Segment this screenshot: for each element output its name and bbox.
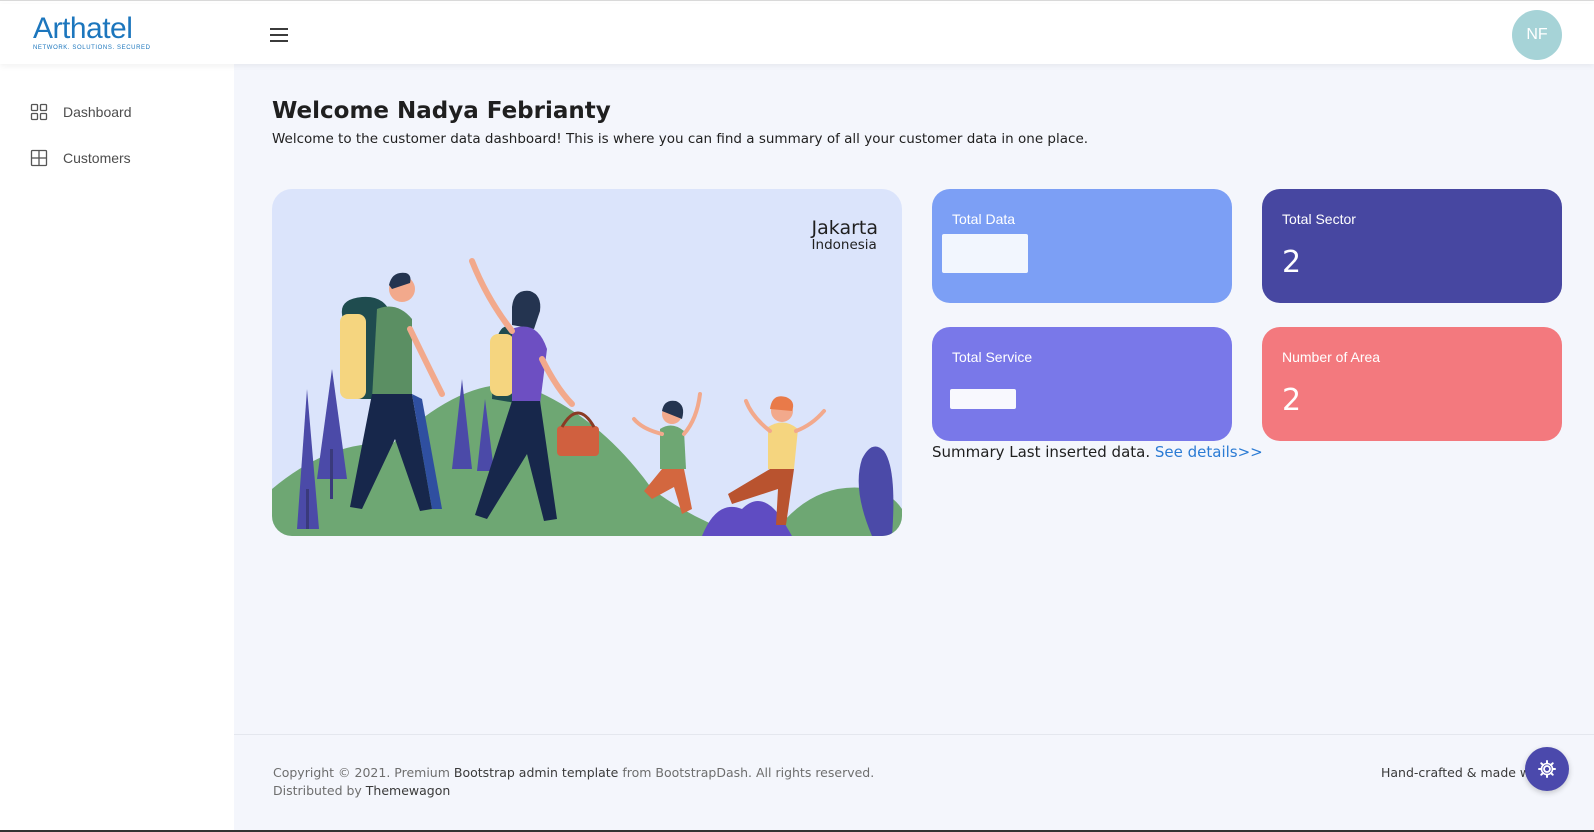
location-country: Indonesia (811, 237, 877, 253)
page-title: Welcome Nadya Febrianty (272, 98, 611, 124)
avatar-initials: NF (1526, 26, 1548, 43)
user-avatar[interactable]: NF (1512, 10, 1562, 60)
see-details-link[interactable]: See details>> (1155, 443, 1263, 461)
footer-copyright: Copyright © 2021. Premium Bootstrap admi… (273, 765, 874, 780)
sidebar-item-label: Dashboard (63, 104, 132, 120)
footer-distributed: Distributed by Themewagon (273, 783, 450, 798)
gear-icon (1538, 760, 1556, 778)
location-label: Jakarta Indonesia (812, 217, 878, 253)
card-total-sector[interactable]: Total Sector 2 (1262, 189, 1562, 303)
sidebar-item-customers[interactable]: Customers (30, 149, 131, 167)
hamburger-menu-icon[interactable] (270, 28, 288, 42)
brand-name: Arthatel (33, 12, 133, 45)
card-number-of-area[interactable]: Number of Area 2 (1262, 327, 1562, 441)
top-navbar: Arthatel NETWORK. SOLUTIONS. SECURED NF (0, 4, 1594, 64)
themewagon-link[interactable]: Themewagon (366, 783, 451, 798)
card-total-data[interactable]: Total Data (932, 189, 1232, 303)
copyright-prefix: Copyright © 2021. Premium (273, 765, 450, 780)
card-title: Total Data (952, 211, 1016, 227)
summary-line: Summary Last inserted data. See details>… (932, 443, 1263, 461)
card-title: Total Sector (1282, 211, 1356, 227)
table-icon (30, 149, 48, 167)
sidebar: Dashboard Customers (0, 64, 234, 832)
hero-illustration-card: Jakarta Indonesia (272, 189, 902, 536)
obscured-value (950, 389, 1016, 409)
grid-icon (30, 103, 48, 121)
card-value: 2 (1282, 245, 1302, 280)
location-city: Jakarta (811, 217, 878, 239)
distributed-prefix: Distributed by (273, 783, 362, 798)
sidebar-item-label: Customers (63, 150, 131, 166)
bootstrap-template-link[interactable]: Bootstrap admin template (454, 765, 618, 780)
sidebar-item-dashboard[interactable]: Dashboard (30, 103, 132, 121)
card-title: Total Service (952, 349, 1033, 365)
page-subtitle: Welcome to the customer data dashboard! … (272, 131, 1089, 147)
summary-text: Summary Last inserted data. (932, 443, 1151, 461)
card-value: 2 (1282, 383, 1302, 418)
footer-handcrafted: Hand-crafted & made wi (1381, 765, 1532, 780)
brand-tagline: NETWORK. SOLUTIONS. SECURED (33, 45, 151, 51)
copyright-suffix: from BootstrapDash. All rights reserved. (622, 765, 875, 780)
family-hiking-illustration (272, 258, 902, 536)
card-total-service[interactable]: Total Service (932, 327, 1232, 441)
theme-settings-button[interactable] (1525, 747, 1569, 791)
obscured-value (942, 234, 1028, 273)
brand-logo[interactable]: Arthatel NETWORK. SOLUTIONS. SECURED (33, 12, 151, 52)
card-title: Number of Area (1282, 349, 1381, 365)
